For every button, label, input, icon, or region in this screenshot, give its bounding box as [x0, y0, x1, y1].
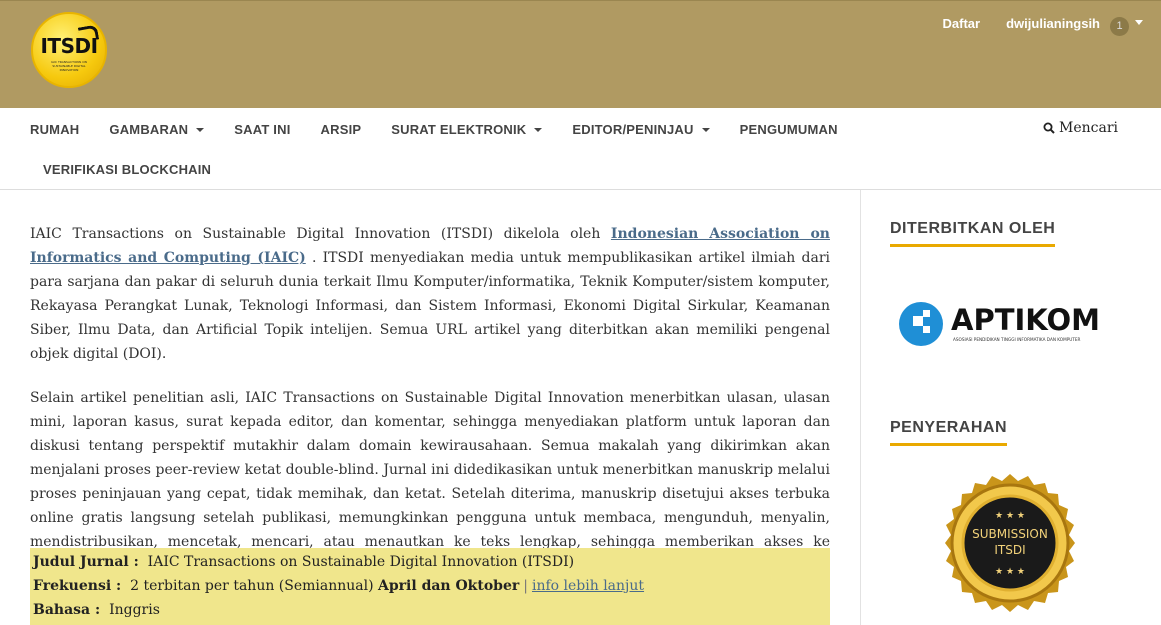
nav-row: RUMAH GAMBARAN SAAT INI ARSIP SURAT ELEK… [30, 122, 868, 137]
info-title-row: Judul Jurnal : IAIC Transactions on Sust… [33, 550, 830, 574]
nav-label: SURAT ELEKTRONIK [391, 122, 527, 137]
nav-row-2: VERIFIKASI BLOCKCHAIN [43, 162, 241, 177]
itsdi-logo[interactable]: ITSDI IAIC TRANSACTIONS ON SUSTAINABLE D… [31, 12, 107, 88]
info-label: Frekuensi : [33, 578, 122, 594]
separator: | [523, 578, 528, 594]
nav-item-current[interactable]: SAAT INI [234, 122, 290, 137]
nav-label: VERIFIKASI BLOCKCHAIN [43, 162, 212, 177]
nav-item-email[interactable]: SURAT ELEKTRONIK [391, 122, 543, 137]
nav-item-home[interactable]: RUMAH [30, 122, 79, 137]
more-info-link[interactable]: info lebih lanjut [532, 578, 644, 594]
notification-badge[interactable]: 1 [1110, 17, 1129, 36]
chevron-down-icon[interactable] [1135, 19, 1143, 25]
published-by-title: DITERBITKAN OLEH [890, 220, 1056, 247]
nav-item-editor[interactable]: EDITOR/PENINJAU [572, 122, 710, 137]
info-frequency-row: Frekuensi : 2 terbitan per tahun (Semian… [33, 574, 830, 598]
submission-title: PENYERAHAN [890, 419, 1008, 446]
nav-item-blockchain[interactable]: VERIFIKASI BLOCKCHAIN [43, 162, 211, 177]
nav-item-archive[interactable]: ARSIP [321, 122, 362, 137]
star-icon: ★ ★ ★ [995, 511, 1025, 521]
description-paragraph-1: IAIC Transactions on Sustainable Digital… [30, 222, 830, 366]
star-icon: ★ ★ ★ [995, 567, 1025, 577]
seal-text-line1: SUBMISSION [972, 527, 1048, 541]
nav-label: PENGUMUMAN [739, 122, 838, 137]
aptikom-logo[interactable]: APTIKOM ASOSIASI PENDIDIKAN TINGGI INFOR… [897, 300, 1127, 348]
sidebar: DITERBITKAN OLEH APTIKOM ASOSIASI PENDID… [860, 190, 1161, 625]
nav-label: EDITOR/PENINJAU [572, 122, 694, 137]
nav-label: RUMAH [30, 122, 80, 137]
info-value: Inggris [109, 602, 160, 618]
seal-text-line2: ITSDI [994, 543, 1025, 557]
nav-label: ARSIP [320, 122, 362, 137]
chevron-down-icon [534, 127, 543, 132]
search-icon [1043, 122, 1055, 134]
user-nav: Daftar dwijulianingsih 1 [917, 11, 1143, 36]
chevron-down-icon [701, 127, 710, 132]
aptikom-name: APTIKOM [951, 303, 1100, 337]
info-value: 2 terbitan per tahun (Semiannual) [130, 578, 374, 594]
primary-nav: RUMAH GAMBARAN SAAT INI ARSIP SURAT ELEK… [0, 108, 1161, 190]
info-label: Bahasa : [33, 602, 101, 618]
journal-description: IAIC Transactions on Sustainable Digital… [30, 222, 830, 598]
logo-text: ITSDI [40, 34, 98, 58]
info-value: IAIC Transactions on Sustainable Digital… [147, 554, 575, 570]
info-label: Judul Jurnal : [33, 554, 139, 570]
username-link[interactable]: dwijulianingsih [1006, 16, 1100, 31]
register-link[interactable]: Daftar [943, 16, 981, 31]
site-header: ITSDI IAIC TRANSACTIONS ON SUSTAINABLE D… [0, 0, 1161, 108]
search-link[interactable]: Mencari [1043, 120, 1118, 136]
nav-item-announcements[interactable]: PENGUMUMAN [740, 122, 838, 137]
info-months: April dan Oktober [378, 578, 520, 594]
info-language-row: Bahasa : Inggris [33, 598, 830, 622]
logo-subtext: IAIC TRANSACTIONS ON SUSTAINABLE DIGITAL… [51, 60, 87, 72]
nav-item-about[interactable]: GAMBARAN [109, 122, 205, 137]
p1-text: IAIC Transactions on Sustainable Digital… [30, 226, 611, 242]
nav-label: GAMBARAN [109, 122, 189, 137]
nav-label: SAAT INI [234, 122, 291, 137]
aptikom-subtitle: ASOSIASI PENDIDIKAN TINGGI INFORMATIKA D… [953, 337, 1080, 342]
submission-seal-badge[interactable]: SUBMISSION ITSDI ★ ★ ★ ★ ★ ★ [939, 472, 1081, 614]
journal-info-box: Judul Jurnal : IAIC Transactions on Sust… [30, 548, 830, 625]
p1-text-end: . ITSDI menyediakan media untuk mempubli… [30, 250, 830, 362]
chevron-down-icon [196, 127, 205, 132]
search-label: Mencari [1059, 120, 1118, 136]
